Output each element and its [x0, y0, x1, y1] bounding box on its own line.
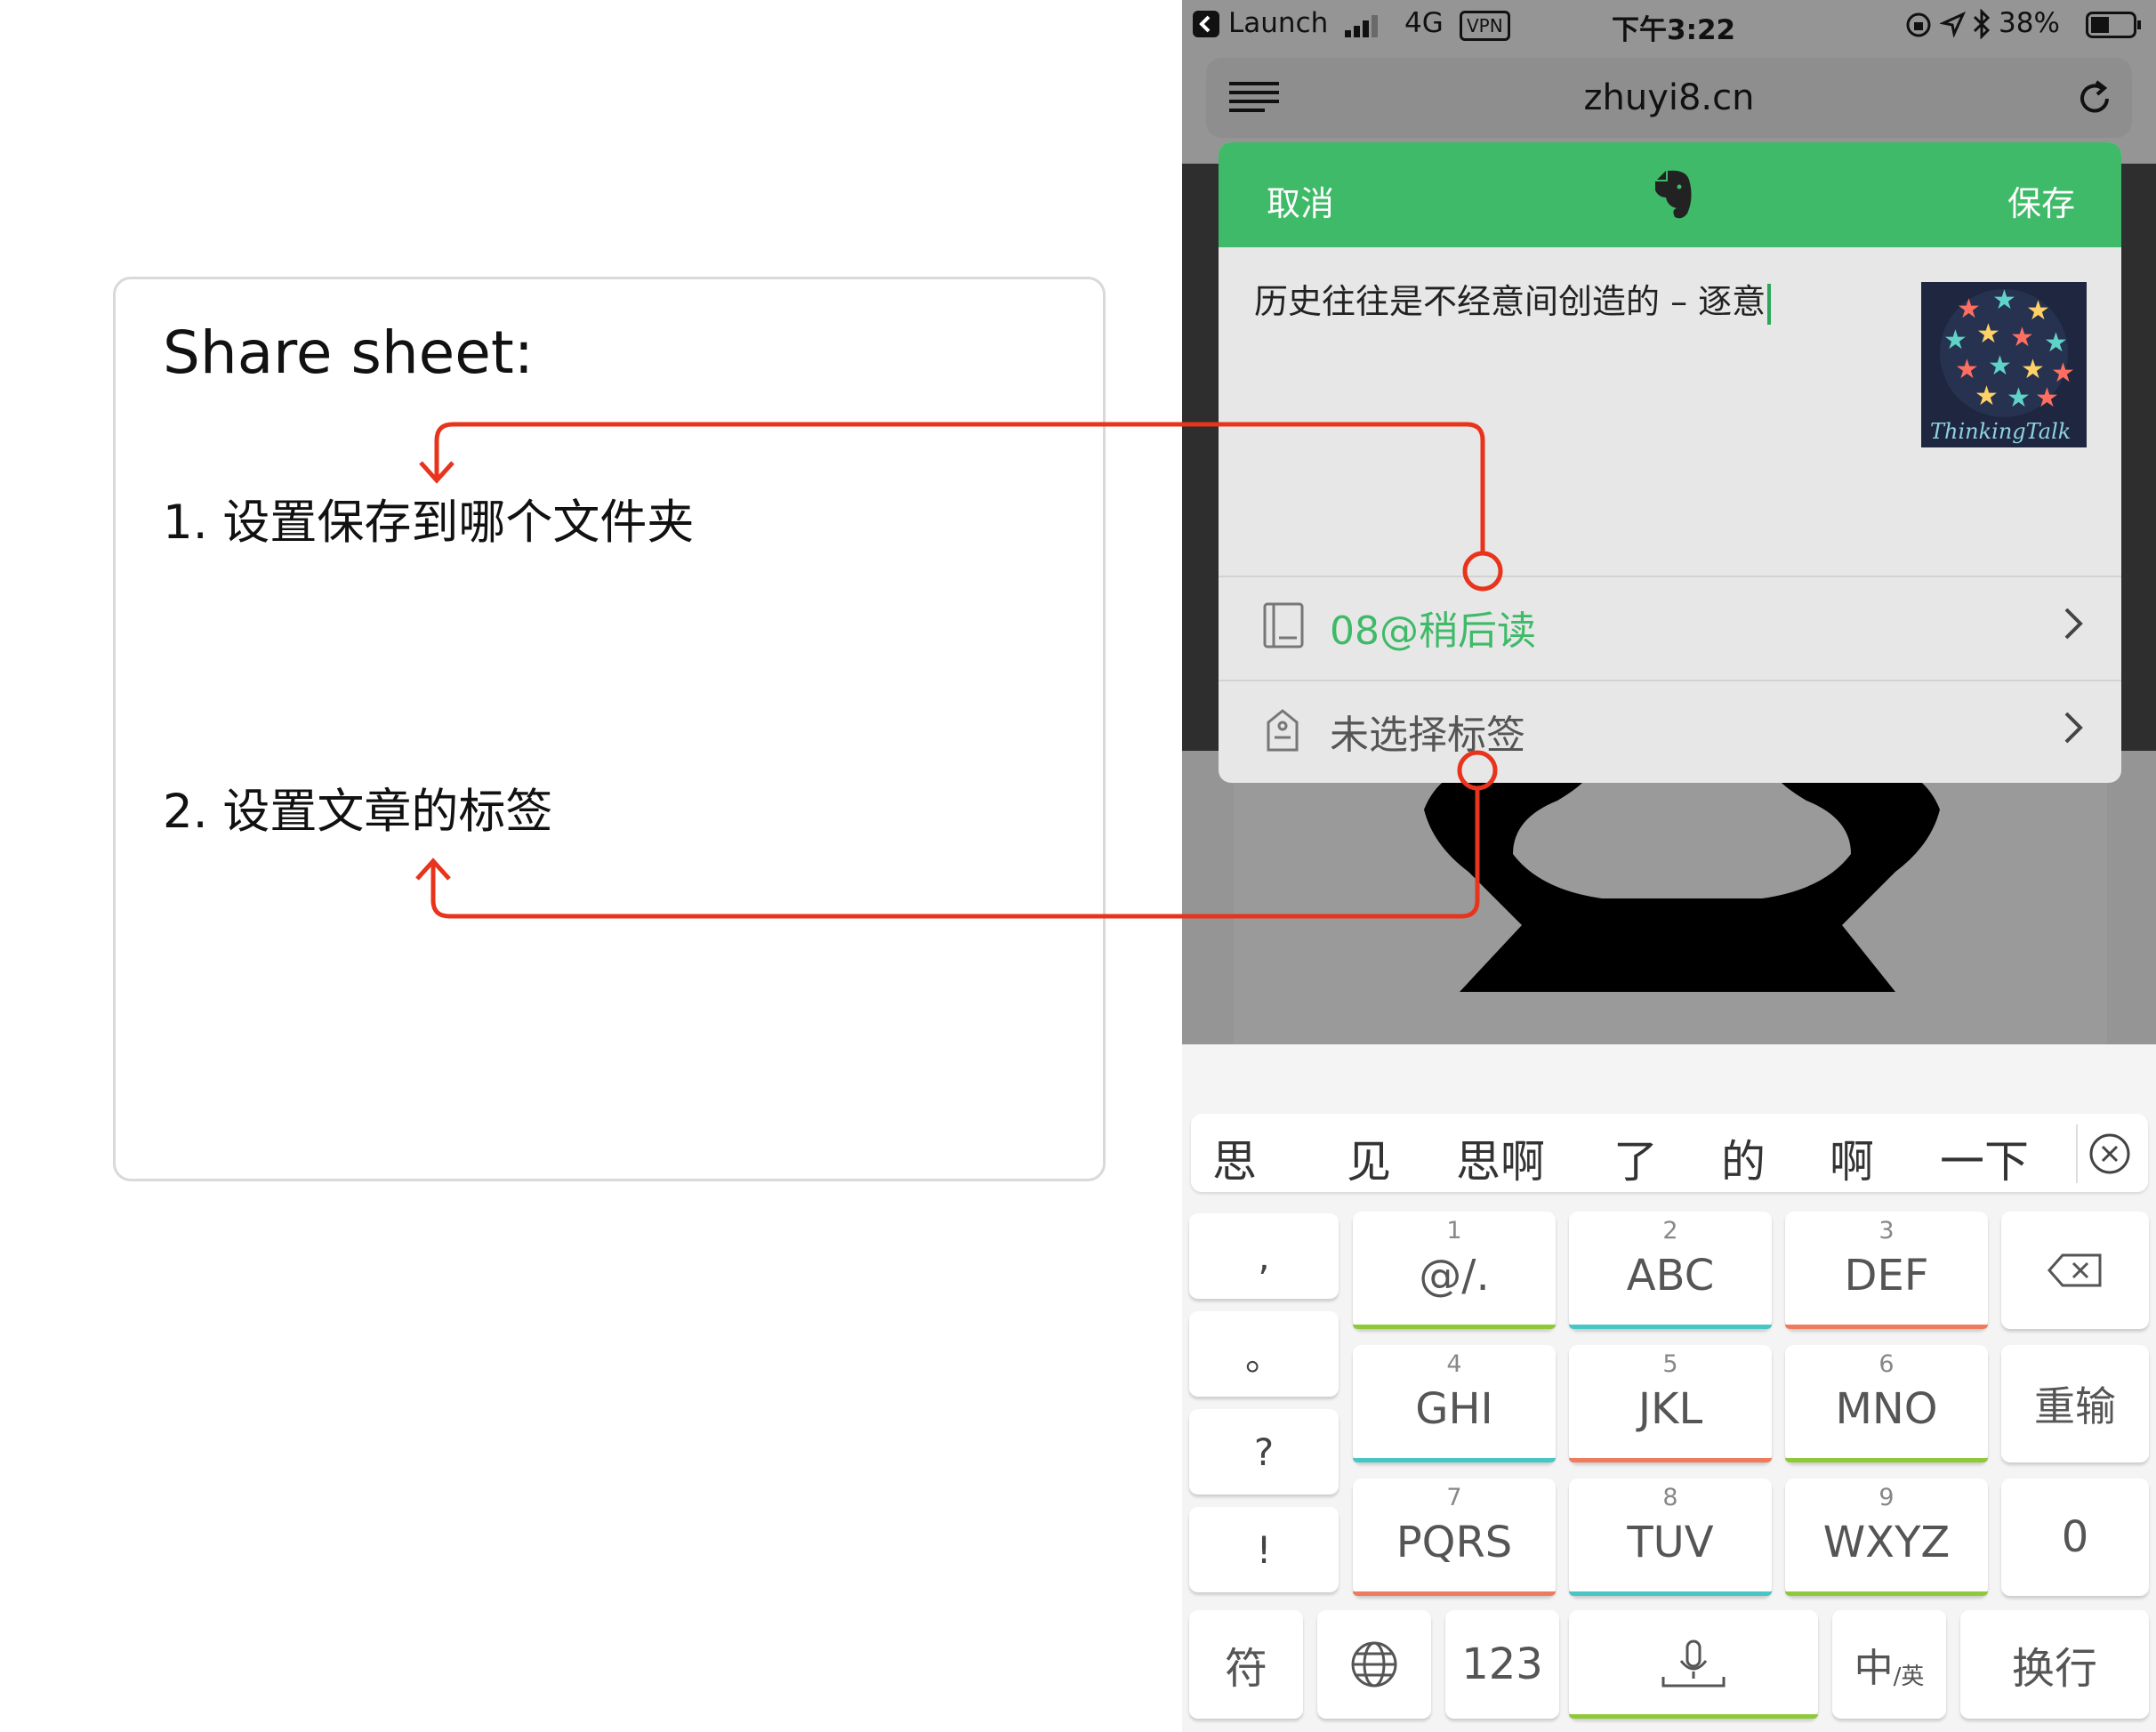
- collapse-candidates-icon[interactable]: [2088, 1132, 2132, 1180]
- back-icon[interactable]: [1193, 11, 1219, 37]
- svg-text:★: ★: [2007, 383, 2031, 414]
- numbers-key[interactable]: 123: [1445, 1610, 1559, 1719]
- key-0[interactable]: 0: [2001, 1478, 2149, 1596]
- svg-text:★: ★: [2035, 383, 2059, 414]
- candidate-item[interactable]: 啊: [1830, 1126, 1874, 1190]
- key-4[interactable]: 4 GHI: [1353, 1345, 1556, 1462]
- candidate-item[interactable]: 思: [1212, 1126, 1257, 1190]
- svg-text:★: ★: [1976, 318, 2000, 350]
- candidate-item[interactable]: 了: [1613, 1126, 1658, 1190]
- annotation-step-1: 1. 设置保存到哪个文件夹: [163, 495, 695, 550]
- punctuation-key[interactable]: 。: [1189, 1311, 1339, 1397]
- symbols-key[interactable]: 符: [1189, 1610, 1303, 1719]
- punctuation-key[interactable]: ?: [1189, 1409, 1339, 1494]
- location-icon: [1939, 11, 1967, 44]
- key-8[interactable]: 8 TUV: [1569, 1478, 1772, 1596]
- url-text[interactable]: zhuyi8.cn: [1206, 58, 2132, 138]
- svg-text:★: ★: [1975, 381, 1999, 412]
- notebook-icon: [1263, 602, 1304, 652]
- phone-screen: Launch 4G VPN 下午3:22 38% zhuyi8.cn 取消 保存…: [1182, 0, 2156, 1732]
- tags-placeholder: 未选择标签: [1330, 713, 1525, 758]
- globe-icon: [1351, 1641, 1397, 1688]
- key-7[interactable]: 7 PQRS: [1353, 1478, 1556, 1596]
- svg-text:★: ★: [1943, 325, 1967, 356]
- rotation-lock-icon: [1904, 11, 1933, 46]
- candidate-item[interactable]: 一下: [1940, 1126, 2029, 1190]
- text-caret: [1767, 283, 1772, 325]
- key-9[interactable]: 9 WXYZ: [1785, 1478, 1988, 1596]
- notebook-name: 08@稍后读: [1330, 608, 1536, 654]
- network-label: 4G: [1404, 7, 1444, 39]
- candidate-item[interactable]: 思啊: [1456, 1126, 1545, 1190]
- keyboard: 思 见 思啊 了 的 啊 一下 , 。 ? ! 1 @/. 2 ABC 3 DEF: [1182, 1044, 2156, 1732]
- status-time: 下午3:22: [1612, 14, 1736, 46]
- key-2[interactable]: 2 ABC: [1569, 1212, 1772, 1329]
- space-voice-key[interactable]: [1569, 1610, 1818, 1719]
- evernote-logo-icon: [1650, 167, 1694, 224]
- reenter-key[interactable]: 重输: [2001, 1345, 2149, 1462]
- article-thumbnail: ★ ★ ★ ★ ★ ★ ★ ★ ★ ★ ★ ★ ★ ★ ThinkingTalk: [1921, 282, 2087, 447]
- cancel-button[interactable]: 取消: [1267, 176, 1334, 225]
- svg-text:★: ★: [2010, 322, 2034, 353]
- backspace-key[interactable]: [2001, 1212, 2149, 1329]
- candidate-bar: 思 见 思啊 了 的 啊 一下: [1191, 1114, 2148, 1192]
- battery-percent: 38%: [1999, 7, 2060, 39]
- candidate-item[interactable]: 见: [1347, 1126, 1391, 1190]
- punctuation-key[interactable]: ,: [1189, 1213, 1339, 1299]
- share-sheet: 取消 保存 历史往往是不经意间创造的 – 逐意 ★ ★ ★ ★ ★ ★ ★ ★ ★ ★ ★ ★ ★…: [1219, 142, 2121, 783]
- key-5[interactable]: 5 JKL: [1569, 1345, 1772, 1462]
- key-6[interactable]: 6 MNO: [1785, 1345, 1988, 1462]
- backspace-icon: [2047, 1253, 2102, 1287]
- enter-key[interactable]: 换行: [1960, 1610, 2149, 1719]
- language-switch-key[interactable]: 中/英: [1832, 1610, 1946, 1719]
- key-1[interactable]: 1 @/.: [1353, 1212, 1556, 1329]
- svg-text:★: ★: [2044, 327, 2068, 358]
- svg-text:★: ★: [1992, 285, 2016, 316]
- bluetooth-icon: [1972, 8, 1991, 46]
- punctuation-key[interactable]: !: [1189, 1507, 1339, 1592]
- save-button[interactable]: 保存: [2007, 176, 2075, 225]
- address-bar[interactable]: zhuyi8.cn: [1206, 58, 2132, 138]
- note-title-text: 历史往往是不经意间创造的 – 逐意: [1254, 282, 1766, 321]
- annotation-step-2: 2. 设置文章的标签: [163, 785, 553, 839]
- annotation-title: Share sheet:: [163, 318, 534, 387]
- notebook-row[interactable]: 08@稍后读: [1219, 576, 2121, 680]
- thumbnail-logo-text: ThinkingTalk: [1930, 419, 2071, 444]
- tag-icon: [1265, 708, 1300, 756]
- signal-icon: [1345, 12, 1384, 44]
- chevron-right-icon: [2063, 606, 2084, 645]
- key-3[interactable]: 3 DEF: [1785, 1212, 1988, 1329]
- svg-text:★: ★: [1988, 350, 2012, 382]
- share-sheet-header: 取消 保存: [1219, 142, 2121, 247]
- vpn-badge: VPN: [1460, 11, 1510, 41]
- reload-icon[interactable]: [2075, 79, 2114, 122]
- globe-key[interactable]: [1317, 1610, 1431, 1719]
- candidate-item[interactable]: 的: [1721, 1126, 1766, 1190]
- battery-icon: [2086, 12, 2143, 45]
- candidate-divider: [2076, 1124, 2078, 1183]
- svg-text:★: ★: [2021, 354, 2045, 385]
- annotation-card: [113, 277, 1106, 1181]
- back-app-label[interactable]: Launch: [1228, 7, 1328, 39]
- status-bar: Launch 4G VPN 下午3:22 38%: [1182, 0, 2156, 51]
- chevron-right-icon: [2063, 710, 2084, 749]
- note-title-input[interactable]: 历史往往是不经意间创造的 – 逐意: [1254, 274, 1772, 325]
- tags-row[interactable]: 未选择标签: [1219, 680, 2121, 783]
- webpage-illustration: [1397, 747, 1958, 1000]
- microphone-icon: [1661, 1639, 1726, 1688]
